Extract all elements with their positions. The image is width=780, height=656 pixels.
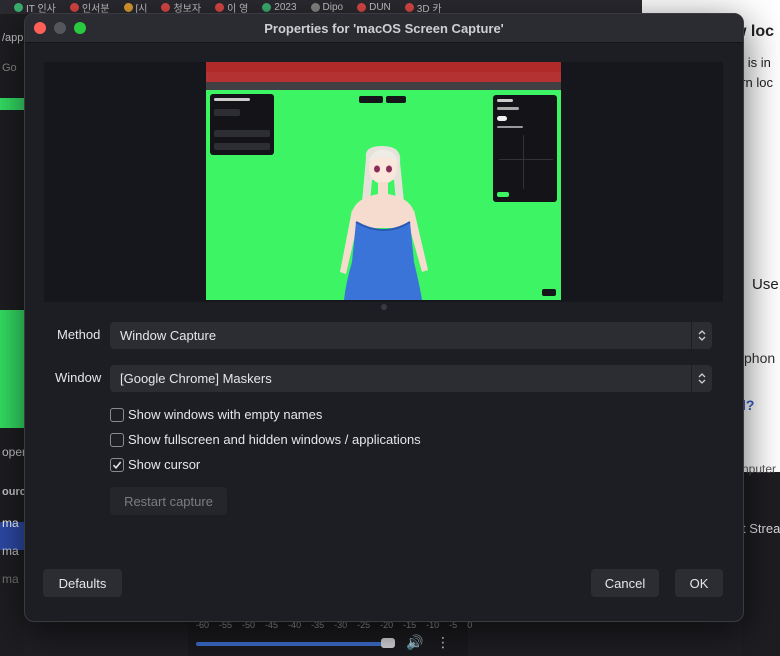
capture-preview — [44, 62, 723, 302]
checkbox-fullscreen-hidden[interactable]: Show fullscreen and hidden windows / app… — [110, 432, 421, 447]
browser-tab[interactable]: 이 영 — [215, 0, 248, 14]
speaker-icon[interactable]: 🔊 — [406, 634, 423, 651]
method-label: Method — [57, 327, 101, 342]
browser-tab-label: 인서분 — [81, 3, 110, 15]
tab-favicon-icon — [123, 2, 133, 12]
properties-dialog: Properties for 'macOS Screen Capture' Me… — [24, 13, 744, 622]
tab-favicon-icon — [14, 2, 23, 12]
browser-tab-label: 이 영 — [227, 3, 249, 15]
preview-screen — [206, 62, 561, 300]
chevron-down-icon — [698, 336, 706, 341]
sources-fragment: ourc — [2, 486, 26, 498]
volume-slider[interactable] — [196, 642, 388, 646]
more-options-icon[interactable]: ⋮ — [436, 634, 450, 651]
background-right-panel: w loc le is in ern loc Use phon l? npute… — [642, 0, 780, 656]
browser-tab[interactable]: [시 — [123, 0, 148, 15]
browser-tab-label: [시 — [135, 3, 148, 15]
volume-knob[interactable] — [381, 638, 395, 648]
tab-favicon-icon — [161, 2, 171, 12]
tab-favicon-icon — [215, 2, 225, 12]
right-text-4: phon — [744, 350, 776, 366]
right-text-5: nputer — [742, 462, 777, 476]
browser-tab-label: Dipo — [322, 1, 344, 13]
green-strip — [0, 98, 24, 110]
source-item-1[interactable]: ma — [2, 516, 19, 530]
defaults-button[interactable]: Defaults — [43, 569, 122, 597]
checkbox-empty-names-box[interactable] — [110, 407, 124, 422]
method-value: Window Capture — [120, 328, 217, 343]
browser-tab-label: IT 인사 — [26, 3, 56, 15]
browser-tab[interactable]: 청보자 — [161, 0, 201, 14]
chevron-up-icon — [698, 373, 706, 378]
tab-favicon-icon — [310, 2, 320, 12]
url-fragment: /app — [2, 32, 24, 44]
chevron-down-icon — [698, 379, 706, 384]
browser-tab[interactable]: 2023 — [262, 1, 297, 13]
start-streaming-fragment[interactable]: t Strea — [742, 521, 780, 536]
dialog-title: Properties for 'macOS Screen Capture' — [264, 20, 504, 36]
method-dropdown-arrows[interactable] — [691, 322, 712, 349]
checkbox-fullscreen-hidden-label[interactable]: Show fullscreen and hidden windows / app… — [128, 432, 421, 447]
browser-tab-label: DUN — [369, 1, 391, 13]
browser-tab-bar: IT 인사 인서분 [시 청보자 이 영 2023 Dipo DUN 3D 카 — [0, 0, 659, 14]
restart-capture-button[interactable]: Restart capture — [110, 487, 227, 515]
browser-tab-label: 2023 — [274, 1, 297, 13]
tab-favicon-icon — [404, 2, 414, 12]
browser-tab[interactable]: Dipo — [310, 1, 344, 13]
close-window-button[interactable] — [34, 22, 46, 34]
window-dropdown-arrows[interactable] — [691, 365, 712, 392]
ok-button[interactable]: OK — [675, 569, 723, 597]
source-item-2[interactable]: ma — [2, 544, 19, 558]
source-item-3[interactable]: ma — [2, 572, 19, 586]
cancel-button[interactable]: Cancel — [591, 569, 659, 597]
properties-fragment: oper — [2, 445, 27, 459]
browser-tab[interactable]: 인서분 — [69, 0, 110, 15]
checkbox-empty-names-label[interactable]: Show windows with empty names — [128, 407, 322, 422]
checkbox-empty-names[interactable]: Show windows with empty names — [110, 407, 322, 422]
method-dropdown[interactable]: Window Capture — [110, 322, 712, 349]
chevron-up-icon — [698, 330, 706, 335]
right-page-lower — [742, 172, 780, 472]
tab-favicon-icon — [262, 2, 272, 12]
preview-character — [340, 146, 428, 300]
checkmark-icon — [112, 460, 122, 469]
minimize-window-button[interactable] — [54, 22, 66, 34]
zoom-window-button[interactable] — [74, 22, 86, 34]
checkbox-show-cursor[interactable]: Show cursor — [110, 457, 200, 472]
window-dropdown[interactable]: [Google Chrome] Maskers — [110, 365, 712, 392]
tab-favicon-icon — [357, 2, 367, 12]
checkbox-show-cursor-label[interactable]: Show cursor — [128, 457, 200, 472]
tab-favicon-icon — [69, 2, 79, 12]
audio-mixer-fragment: -60 -55 -50 -45 -40 -35 -30 -25 -20 -15 -10 -5 0 🔊 ⋮ — [188, 620, 472, 656]
browser-tab[interactable]: 3D 카 — [404, 0, 442, 15]
browser-tab-label: 청보자 — [173, 3, 202, 15]
window-value: [Google Chrome] Maskers — [120, 371, 272, 386]
browser-tab-label: 3D 카 — [416, 3, 442, 15]
checkbox-fullscreen-hidden-box[interactable] — [110, 432, 124, 447]
checkbox-show-cursor-box[interactable] — [110, 457, 124, 472]
dialog-titlebar[interactable]: Properties for 'macOS Screen Capture' — [25, 14, 743, 43]
right-text-3: Use — [752, 276, 779, 293]
preview-resize-handle[interactable] — [381, 304, 387, 310]
window-label: Window — [55, 370, 102, 385]
browser-tab[interactable]: IT 인사 — [14, 0, 56, 14]
browser-tab[interactable]: DUN — [357, 2, 391, 13]
green-preview-strip — [0, 310, 24, 428]
tab-fragment: Go — [2, 62, 17, 74]
background-left-panel: /app Go oper ourc ma ma ma — [0, 14, 27, 656]
